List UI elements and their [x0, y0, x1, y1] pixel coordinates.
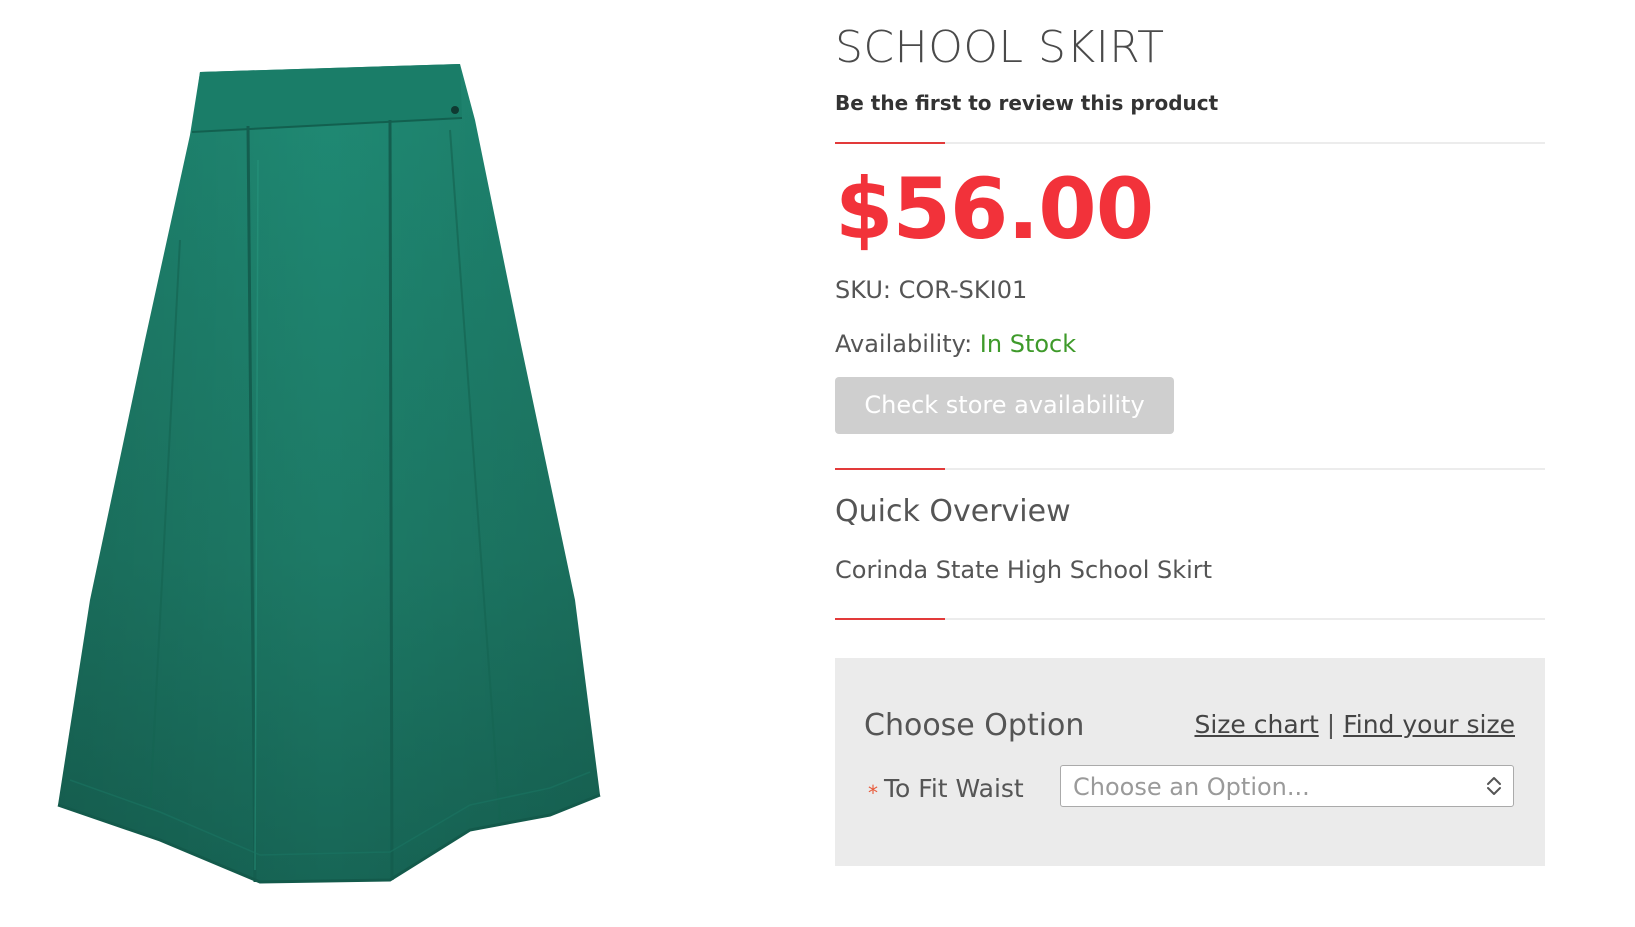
options-panel: Choose Option Size chart | Find your size …	[835, 658, 1545, 866]
review-prompt-link[interactable]: Be the first to review this product	[835, 91, 1218, 115]
to-fit-waist-label: * To Fit Waist	[868, 774, 1024, 805]
choose-option-heading: Choose Option	[864, 708, 1085, 743]
product-price: $56.00	[835, 160, 1154, 258]
sku-value: COR-SKI01	[898, 276, 1028, 304]
availability-line: Availability: In Stock	[835, 330, 1076, 358]
section-divider	[835, 618, 1545, 620]
required-asterisk: *	[868, 781, 878, 805]
chevron-up-down-icon	[1487, 777, 1501, 795]
skirt-image	[57, 64, 601, 884]
product-info: SCHOOL SKIRT Be the first to review this…	[835, 0, 1545, 927]
section-divider	[835, 468, 1545, 470]
check-store-availability-button[interactable]: Check store availability	[835, 377, 1174, 434]
availability-label: Availability:	[835, 330, 973, 358]
product-title: SCHOOL SKIRT	[835, 22, 1165, 73]
product-image[interactable]	[30, 40, 630, 900]
sku-label: SKU:	[835, 276, 891, 304]
quick-overview-heading: Quick Overview	[835, 494, 1071, 529]
stock-status: In Stock	[979, 330, 1077, 358]
size-links: Size chart | Find your size	[1194, 710, 1515, 739]
sku-line: SKU: COR-SKI01	[835, 276, 1027, 304]
waist-size-select[interactable]: Choose an Option...	[1060, 765, 1514, 807]
link-separator: |	[1326, 710, 1336, 739]
quick-overview-text: Corinda State High School Skirt	[835, 556, 1213, 584]
size-chart-link[interactable]: Size chart	[1194, 710, 1318, 739]
find-your-size-link[interactable]: Find your size	[1343, 710, 1515, 739]
section-divider	[835, 142, 1545, 144]
waist-label-text: To Fit Waist	[884, 774, 1024, 803]
select-placeholder: Choose an Option...	[1073, 773, 1310, 801]
